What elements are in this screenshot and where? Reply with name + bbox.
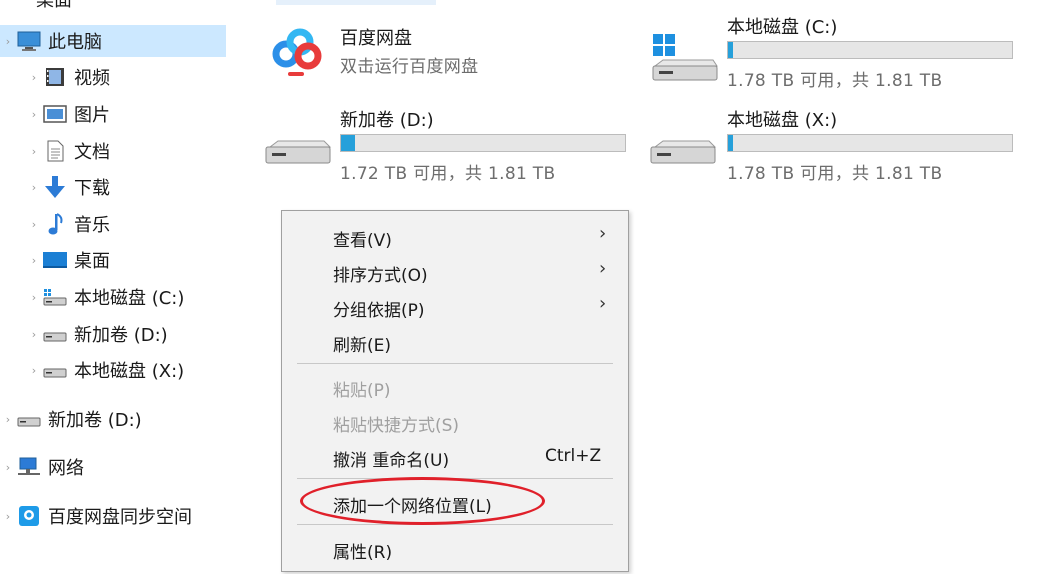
drive-icon	[42, 359, 68, 381]
navigation-pane: 桌面 › 此电脑 › 视频 › 图片 › 文档 › 下载 › 音乐 › 桌面 ›…	[0, 0, 232, 574]
nav-item-label: 百度网盘同步空间	[48, 507, 192, 528]
expand-chevron-icon[interactable]: ›	[0, 510, 16, 523]
computer-icon	[16, 30, 42, 52]
drive-tile-x[interactable]: 本地磁盘 (X:) 1.78 TB 可用，共 1.81 TB	[645, 103, 1025, 187]
drive-tile-d[interactable]: 新加卷 (D:) 1.72 TB 可用，共 1.81 TB	[262, 103, 642, 187]
drive-free-space: 1.78 TB 可用，共 1.81 TB	[727, 164, 943, 184]
tile-name: 百度网盘	[340, 28, 412, 49]
baidu-netdisk-tile[interactable]: 百度网盘 双击运行百度网盘	[262, 18, 582, 88]
drive-free-space: 1.78 TB 可用，共 1.81 TB	[727, 71, 943, 91]
nav-item-label: 文档	[74, 142, 110, 163]
nav-item-music[interactable]: › 音乐	[26, 208, 110, 240]
drive-usage-bar	[727, 41, 1013, 59]
collapse-chevron-icon[interactable]: ›	[0, 35, 16, 48]
nav-item-videos[interactable]: › 视频	[26, 61, 110, 93]
music-note-icon	[42, 213, 68, 235]
expand-chevron-icon[interactable]: ›	[26, 145, 42, 158]
menu-item-view[interactable]: 查看(V)	[333, 226, 392, 251]
menu-item-undo-rename[interactable]: 撤消 重命名(U)	[333, 446, 449, 471]
nav-item-label: 新加卷 (D:)	[48, 410, 142, 431]
menu-item-refresh[interactable]: 刷新(E)	[333, 331, 391, 356]
menu-item-paste-shortcut[interactable]: 粘贴快捷方式(S)	[333, 411, 459, 436]
submenu-arrow-icon: ›	[599, 258, 607, 279]
drive-name: 新加卷 (D:)	[340, 110, 434, 131]
expand-chevron-icon[interactable]: ›	[26, 218, 42, 231]
nav-item-desktop[interactable]: › 桌面	[26, 244, 110, 276]
nav-item-label: 此电脑	[48, 32, 102, 53]
download-arrow-icon	[42, 176, 68, 198]
expand-chevron-icon[interactable]: ›	[0, 413, 16, 426]
nav-item-label: 新加卷 (D:)	[74, 325, 168, 346]
baidu-sync-icon	[16, 505, 42, 527]
menu-item-properties[interactable]: 属性(R)	[333, 538, 392, 563]
submenu-arrow-icon: ›	[599, 293, 607, 314]
baidu-netdisk-logo-icon	[264, 20, 328, 88]
drive-free-space: 1.72 TB 可用，共 1.81 TB	[340, 164, 556, 184]
documents-folder-icon	[42, 140, 68, 162]
drive-icon	[647, 133, 719, 177]
nav-item-this-pc[interactable]: › 此电脑	[0, 25, 226, 57]
drive-icon	[42, 323, 68, 345]
tile-subtitle: 双击运行百度网盘	[340, 57, 479, 77]
drive-icon	[16, 408, 42, 430]
menu-item-shortcut-key: Ctrl+Z	[545, 446, 602, 466]
menu-item-sort-by[interactable]: 排序方式(O)	[333, 261, 428, 286]
drive-name: 本地磁盘 (X:)	[727, 110, 838, 131]
expand-chevron-icon[interactable]: ›	[26, 364, 42, 377]
nav-item-label: 本地磁盘 (X:)	[74, 361, 185, 382]
expand-chevron-icon[interactable]: ›	[26, 291, 42, 304]
drive-tile-c[interactable]: 本地磁盘 (C:) 1.78 TB 可用，共 1.81 TB	[645, 10, 1025, 94]
nav-item-downloads[interactable]: › 下载	[26, 171, 110, 203]
previous-item-edge	[276, 0, 436, 5]
nav-item-label: 桌面	[74, 251, 110, 272]
windows-drive-icon	[647, 30, 719, 90]
drive-usage-bar	[340, 134, 626, 152]
nav-item-removable-d[interactable]: › 新加卷 (D:)	[0, 403, 142, 435]
nav-item-desktop-partial[interactable]: 桌面	[36, 0, 72, 12]
drive-icon	[262, 133, 334, 177]
drive-usage-bar	[727, 134, 1013, 152]
nav-item-label: 图片	[74, 105, 110, 126]
nav-item-drive-x[interactable]: › 本地磁盘 (X:)	[26, 354, 184, 386]
nav-item-drive-c[interactable]: › 本地磁盘 (C:)	[26, 281, 185, 313]
pictures-folder-icon	[42, 103, 68, 125]
expand-chevron-icon[interactable]: ›	[26, 71, 42, 84]
menu-separator	[297, 363, 613, 364]
nav-item-drive-d[interactable]: › 新加卷 (D:)	[26, 318, 168, 350]
annotation-highlight-oval	[300, 477, 545, 525]
expand-chevron-icon[interactable]: ›	[0, 461, 16, 474]
nav-item-label: 下载	[74, 178, 110, 199]
nav-item-baidu-sync[interactable]: › 百度网盘同步空间	[0, 500, 192, 532]
drive-name: 本地磁盘 (C:)	[727, 17, 838, 38]
menu-separator	[297, 524, 613, 525]
expand-chevron-icon[interactable]: ›	[26, 328, 42, 341]
nav-item-label: 本地磁盘 (C:)	[74, 288, 185, 309]
expand-chevron-icon[interactable]: ›	[26, 108, 42, 121]
nav-item-label: 视频	[74, 68, 110, 89]
menu-item-group-by[interactable]: 分组依据(P)	[333, 296, 425, 321]
network-icon	[16, 456, 42, 478]
submenu-arrow-icon: ›	[599, 223, 607, 244]
nav-item-label: 网络	[48, 458, 84, 479]
video-folder-icon	[42, 66, 68, 88]
expand-chevron-icon[interactable]: ›	[26, 181, 42, 194]
drive-usage-fill	[728, 42, 733, 58]
drive-usage-fill	[341, 135, 356, 151]
nav-item-network[interactable]: › 网络	[0, 451, 84, 483]
nav-item-pictures[interactable]: › 图片	[26, 98, 110, 130]
windows-drive-icon	[42, 286, 68, 308]
nav-item-label: 音乐	[74, 215, 110, 236]
menu-item-paste[interactable]: 粘贴(P)	[333, 376, 391, 401]
expand-chevron-icon[interactable]: ›	[26, 254, 42, 267]
desktop-folder-icon	[42, 249, 68, 271]
drive-usage-fill	[728, 135, 733, 151]
nav-item-documents[interactable]: › 文档	[26, 135, 110, 167]
